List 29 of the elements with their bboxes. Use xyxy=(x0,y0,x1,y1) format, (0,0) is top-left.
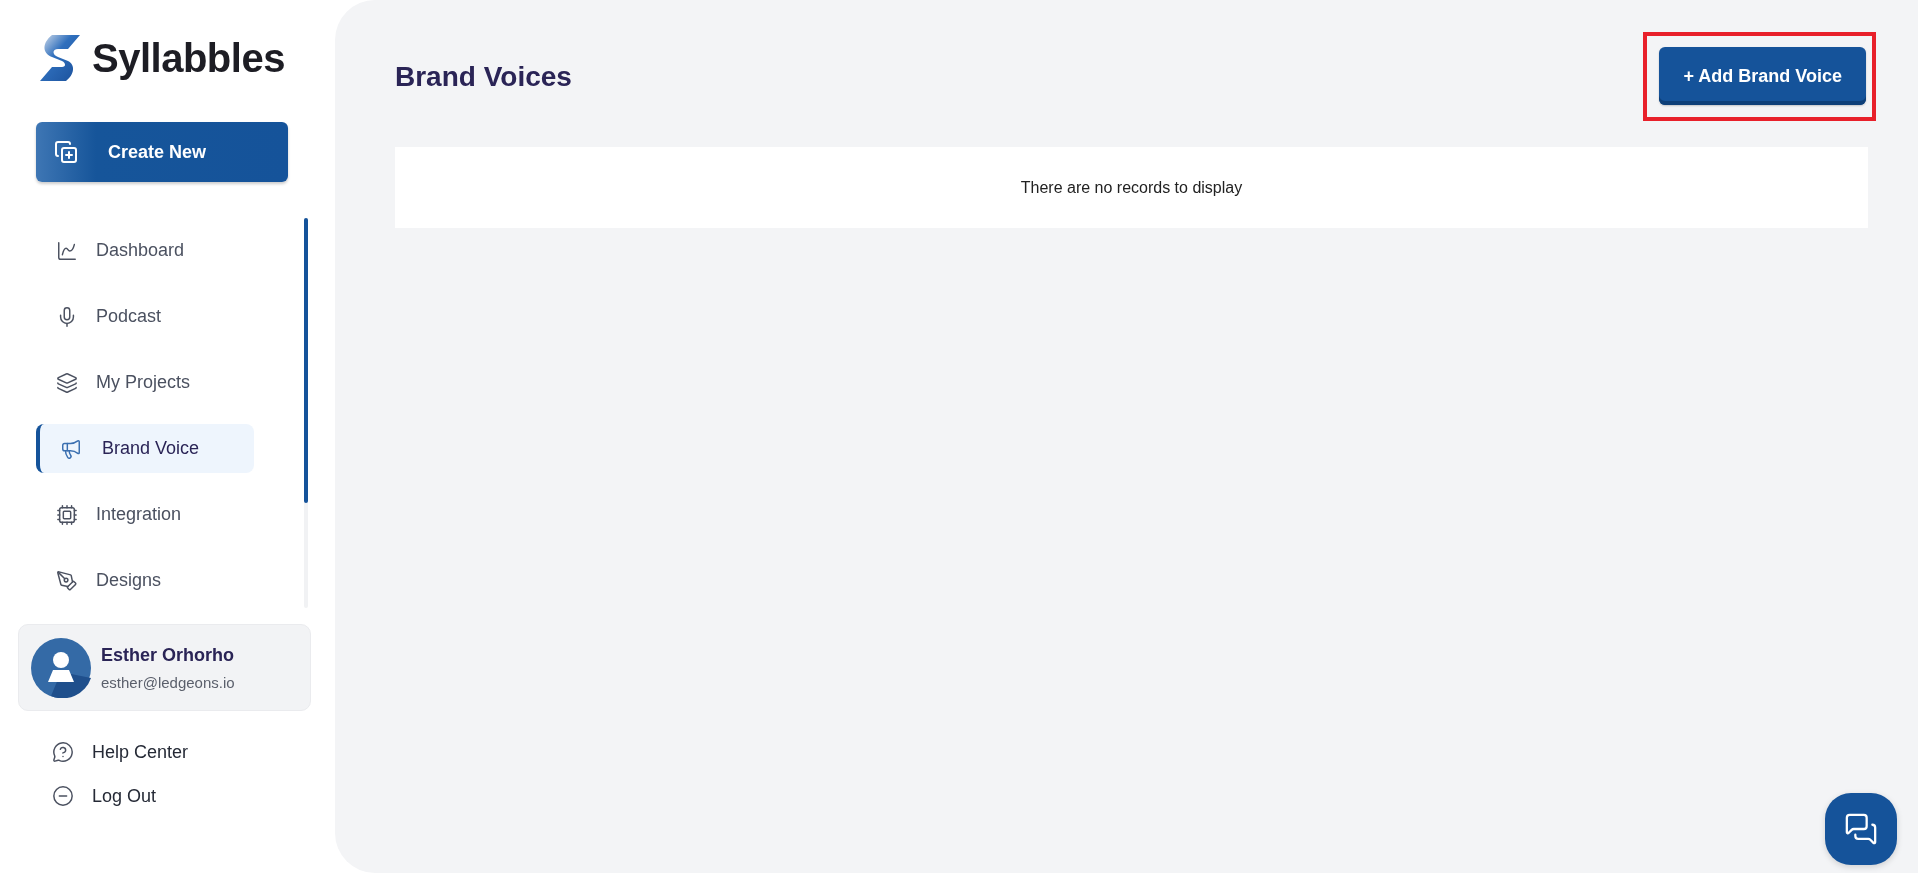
nav-item[interactable]: My Projects xyxy=(36,358,254,407)
help-icon xyxy=(52,741,74,763)
megaphone-icon xyxy=(60,437,82,460)
empty-message: There are no records to display xyxy=(1020,178,1243,197)
add-brand-voice-button[interactable]: + Add Brand Voice xyxy=(1659,47,1866,105)
scrollbar-thumb[interactable] xyxy=(304,218,308,503)
chat-icon xyxy=(1844,812,1878,846)
nav-item[interactable]: Dashboard xyxy=(36,226,254,275)
nav-item[interactable]: Podcast xyxy=(36,292,254,341)
chip-icon xyxy=(56,503,78,526)
nav-item[interactable]: Integration xyxy=(36,490,254,539)
brand-name: Syllabbles xyxy=(92,35,285,81)
user-card[interactable]: Esther Orhorho esther@ledgeons.io xyxy=(18,624,311,711)
page-title: Brand Voices xyxy=(395,60,572,93)
avatar-icon xyxy=(31,637,91,698)
logo-icon xyxy=(38,33,82,83)
nav-item[interactable]: Brand Voice xyxy=(36,424,254,473)
minus-circle-icon xyxy=(52,785,74,807)
chat-button[interactable] xyxy=(1825,793,1897,865)
add-copy-icon xyxy=(54,140,78,164)
layers-icon xyxy=(56,371,78,394)
create-new-button[interactable]: Create New xyxy=(36,122,288,182)
user-email: esther@ledgeons.io xyxy=(101,673,235,691)
log-out-link[interactable]: Log Out xyxy=(52,785,157,807)
chart-icon xyxy=(56,239,78,262)
nav-item[interactable]: Designs xyxy=(36,556,254,605)
help-center-link[interactable]: Help Center xyxy=(52,741,189,763)
user-name: Esther Orhorho xyxy=(101,644,235,666)
pen-tool-icon xyxy=(56,569,78,592)
